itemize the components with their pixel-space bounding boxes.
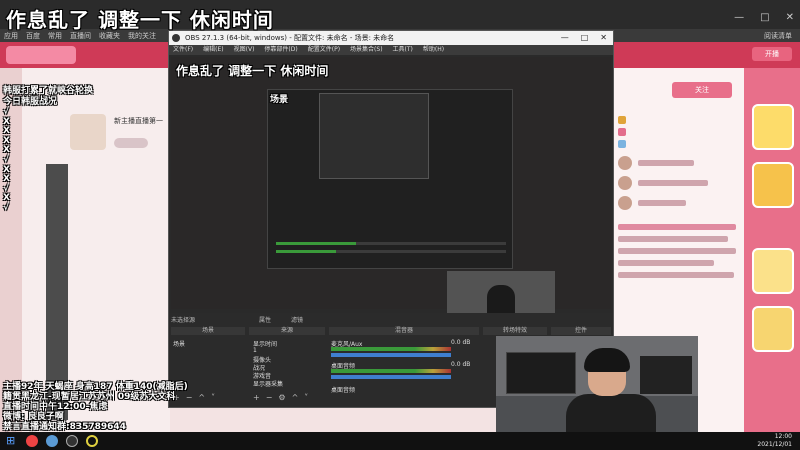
taskbar: ⊞ 12:00 2021/12/01 <box>0 432 800 450</box>
source-tab: 未选择源 <box>171 317 196 324</box>
note-line: 韩服打累了就峡谷轮换 <box>3 86 94 96</box>
follow-button[interactable]: 关注 <box>672 82 732 98</box>
info-line: 禁言直播通知群:835789644 <box>3 422 126 432</box>
chat-line <box>618 260 714 266</box>
note-line: 今日韩服战况 <box>3 97 58 107</box>
chat-line <box>618 272 734 278</box>
meter-level <box>276 250 336 253</box>
mixer-meter <box>331 369 451 373</box>
menu-docks[interactable]: 停靠部件(D) <box>264 45 297 55</box>
chat-line <box>638 180 708 186</box>
gift-icon[interactable] <box>618 116 626 124</box>
controls-dock-header: 控件 <box>551 327 611 335</box>
clock-date: 2021/12/01 <box>757 441 792 448</box>
site-logo[interactable] <box>6 46 76 64</box>
volume-slider[interactable] <box>331 353 451 357</box>
host-label: 新主播直播第一 <box>114 117 163 125</box>
nested-preview-inner <box>319 93 429 179</box>
obs-window-controls[interactable]: — □ ✕ <box>561 31 607 45</box>
promo-banner[interactable] <box>752 104 794 150</box>
system-clock[interactable]: 12:00 2021/12/01 <box>757 433 792 449</box>
avatar[interactable] <box>618 196 632 210</box>
chat-line <box>618 224 736 230</box>
chat-line <box>638 160 694 166</box>
source-add-remove[interactable]: +−⚙^˅ <box>253 393 314 402</box>
result-mark: √ <box>3 202 10 213</box>
gift-icon[interactable] <box>618 140 626 148</box>
menu-file[interactable]: 文件(F) <box>173 45 193 55</box>
obs-title: OBS 27.1.3 (64-bit, windows) - 配置文件: 未命名… <box>185 34 395 42</box>
start-icon[interactable]: ⊞ <box>6 435 18 447</box>
streamer-info: 主播92年 天蝎座 身高187 体重140(减脂后) 籍贯黑龙江-现暂居江苏苏州… <box>3 382 188 432</box>
chrome-icon[interactable] <box>26 435 38 447</box>
promo-banner[interactable] <box>752 248 794 294</box>
info-line: 微博: 良良子啊 <box>3 412 64 422</box>
info-line: 籍贯黑龙江-现暂居江苏苏州 09级苏大文科 <box>3 392 176 402</box>
volume-slider[interactable] <box>331 375 451 379</box>
window-controls[interactable]: — □ ✕ <box>734 12 794 23</box>
preview-title: 作息乱了 调整一下 休闲时间 <box>176 64 329 78</box>
mixer-meter <box>331 347 451 351</box>
menu-profile[interactable]: 配置文件(P) <box>308 45 340 55</box>
transitions-dock-header: 转场特效 <box>483 327 547 335</box>
start-live-button[interactable]: 开播 <box>752 47 792 61</box>
streamer-avatar[interactable] <box>70 114 106 150</box>
mixer-label: 桌面音频 <box>331 387 356 394</box>
menu-tools[interactable]: 工具(T) <box>393 45 413 55</box>
tag-chip[interactable] <box>114 138 148 148</box>
obs-preview[interactable]: 场景 <box>171 57 611 333</box>
properties-button[interactable]: 属性 <box>259 315 271 324</box>
source-item[interactable]: 显示器采集 <box>253 379 283 388</box>
avatar[interactable] <box>618 176 632 190</box>
stream-area: 新主播直播第一 <box>22 68 170 432</box>
obs-menu-bar: 文件(F) 编辑(E) 视图(V) 停靠部件(D) 配置文件(P) 场景集合(S… <box>169 45 613 55</box>
filters-button[interactable]: 滤镜 <box>291 315 303 324</box>
menu-scene-collection[interactable]: 场景集合(S) <box>350 45 383 55</box>
avatar[interactable] <box>618 156 632 170</box>
source-item[interactable]: 1 <box>253 347 257 354</box>
maximize-icon[interactable]: □ <box>760 12 769 23</box>
nested-title: 场景 <box>270 95 289 105</box>
maximize-icon[interactable]: □ <box>581 31 589 45</box>
stream-title: 作息乱了 调整一下 休闲时间 <box>6 8 274 32</box>
app-icon[interactable] <box>86 435 98 447</box>
promo-banner[interactable] <box>752 306 794 352</box>
obs-icon[interactable] <box>66 435 78 447</box>
app-icon[interactable] <box>46 435 58 447</box>
chat-line <box>618 236 728 242</box>
menu-view[interactable]: 视图(V) <box>234 45 255 55</box>
gift-icon[interactable] <box>618 128 626 136</box>
promo-banner[interactable] <box>752 162 794 208</box>
chat-line <box>638 200 686 206</box>
rotation-note: 韩服打累了就峡谷轮换 今日韩服战况 <box>3 86 93 108</box>
ad-column <box>744 68 800 432</box>
sources-dock-header: 来源 <box>249 327 325 335</box>
info-line: 直播时间中午12:00-焦虑 <box>3 402 108 412</box>
webcam-feed <box>496 336 698 434</box>
reading-list-link[interactable]: 阅读清单 <box>764 31 792 41</box>
obs-title-bar[interactable]: OBS 27.1.3 (64-bit, windows) - 配置文件: 未命名… <box>169 31 613 45</box>
clock-time: 12:00 <box>774 433 792 440</box>
scene-item[interactable]: 场景 <box>173 339 185 348</box>
mixer-dock-header: 混音器 <box>329 327 479 335</box>
info-line: 主播92年 天蝎座 身高187 体重140(减脂后) <box>3 382 188 392</box>
mixer-db: 0.0 dB <box>451 361 471 368</box>
mixer-db: 0.0 dB <box>451 339 471 346</box>
obs-logo-icon <box>172 34 180 42</box>
match-results: √ X X X X √ X X √ X √ <box>3 107 10 214</box>
close-icon[interactable]: ✕ <box>600 31 607 45</box>
scenes-dock-header: 场景 <box>171 327 245 335</box>
chat-line <box>618 248 736 254</box>
minimize-icon[interactable]: — <box>561 31 569 45</box>
meter-level <box>276 242 356 245</box>
minimize-icon[interactable]: — <box>734 12 744 23</box>
close-icon[interactable]: ✕ <box>786 12 794 23</box>
menu-help[interactable]: 帮助(H) <box>423 45 444 55</box>
menu-edit[interactable]: 编辑(E) <box>203 45 223 55</box>
